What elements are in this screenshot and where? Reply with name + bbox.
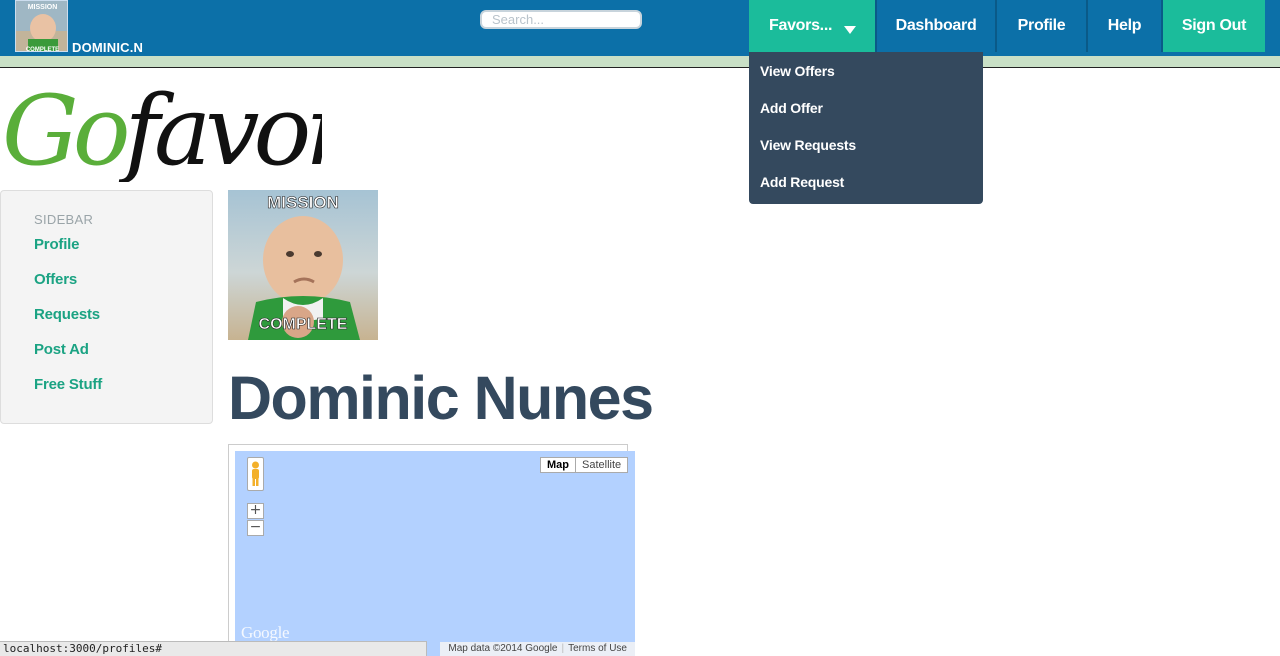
zoom-in-button[interactable]: +	[247, 503, 264, 519]
street-view-pegman-icon[interactable]	[247, 457, 264, 491]
browser-status-url: localhost:3000/profiles#	[0, 641, 427, 656]
profile-picture: MISSION COMPLETE	[228, 190, 378, 340]
terms-of-use-link[interactable]: Terms of Use	[564, 643, 631, 654]
sidebar-item-offers[interactable]: Offers	[34, 271, 77, 288]
search-input[interactable]	[480, 10, 642, 29]
profile-button[interactable]: Profile	[997, 0, 1086, 52]
gofavorit-logo[interactable]: Gofavorit	[2, 75, 415, 187]
google-logo: Google	[241, 623, 290, 642]
google-map[interactable]: + − Map Satellite Google Map data ©2014 …	[235, 451, 635, 656]
favors-label: Favors...	[769, 17, 833, 34]
avatar-top-text: MISSION	[28, 4, 58, 11]
menu-item-add-request[interactable]: Add Request	[749, 167, 983, 204]
sidebar-item-requests[interactable]: Requests	[34, 306, 100, 323]
meme-bottom-text: COMPLETE	[259, 316, 348, 333]
sidebar-item-profile[interactable]: Profile	[34, 236, 79, 253]
caret-down-icon	[844, 26, 856, 34]
sidebar-heading: SIDEBAR	[34, 212, 94, 227]
map-type-map-button[interactable]: Map	[540, 457, 576, 473]
favors-dropdown-menu: View Offers Add Offer View Requests Add …	[749, 52, 983, 204]
dashboard-button[interactable]: Dashboard	[877, 0, 995, 52]
sidebar-item-post-ad[interactable]: Post Ad	[34, 341, 89, 358]
sign-out-button[interactable]: Sign Out	[1163, 0, 1265, 52]
profile-name: Dominic Nunes	[228, 364, 654, 432]
menu-item-view-offers[interactable]: View Offers	[749, 56, 983, 93]
meme-top-text: MISSION	[267, 193, 339, 212]
logo-text: Gofavorit	[2, 78, 322, 182]
help-button[interactable]: Help	[1088, 0, 1161, 52]
zoom-out-button[interactable]: −	[247, 520, 264, 536]
username-label[interactable]: DOMINIC.N	[72, 40, 143, 55]
avatar-bottom-text: COMPLETE	[26, 47, 59, 52]
user-avatar[interactable]: MISSION COMPLETE	[15, 0, 68, 52]
favors-menu-button[interactable]: Favors...	[749, 0, 875, 52]
header-stripe	[0, 56, 1280, 68]
top-navbar: MISSION COMPLETE DOMINIC.N Favors... Das…	[0, 0, 1280, 56]
map-data-credit: Map data ©2014 Google	[448, 643, 558, 654]
sidebar: SIDEBAR Profile Offers Requests Post Ad …	[0, 190, 213, 424]
menu-item-add-offer[interactable]: Add Offer	[749, 93, 983, 130]
map-attribution: Map data ©2014 Google | Terms of Use	[440, 642, 635, 656]
sidebar-item-free-stuff[interactable]: Free Stuff	[34, 376, 102, 393]
menu-item-view-requests[interactable]: View Requests	[749, 130, 983, 167]
map-type-satellite-button[interactable]: Satellite	[575, 457, 629, 473]
